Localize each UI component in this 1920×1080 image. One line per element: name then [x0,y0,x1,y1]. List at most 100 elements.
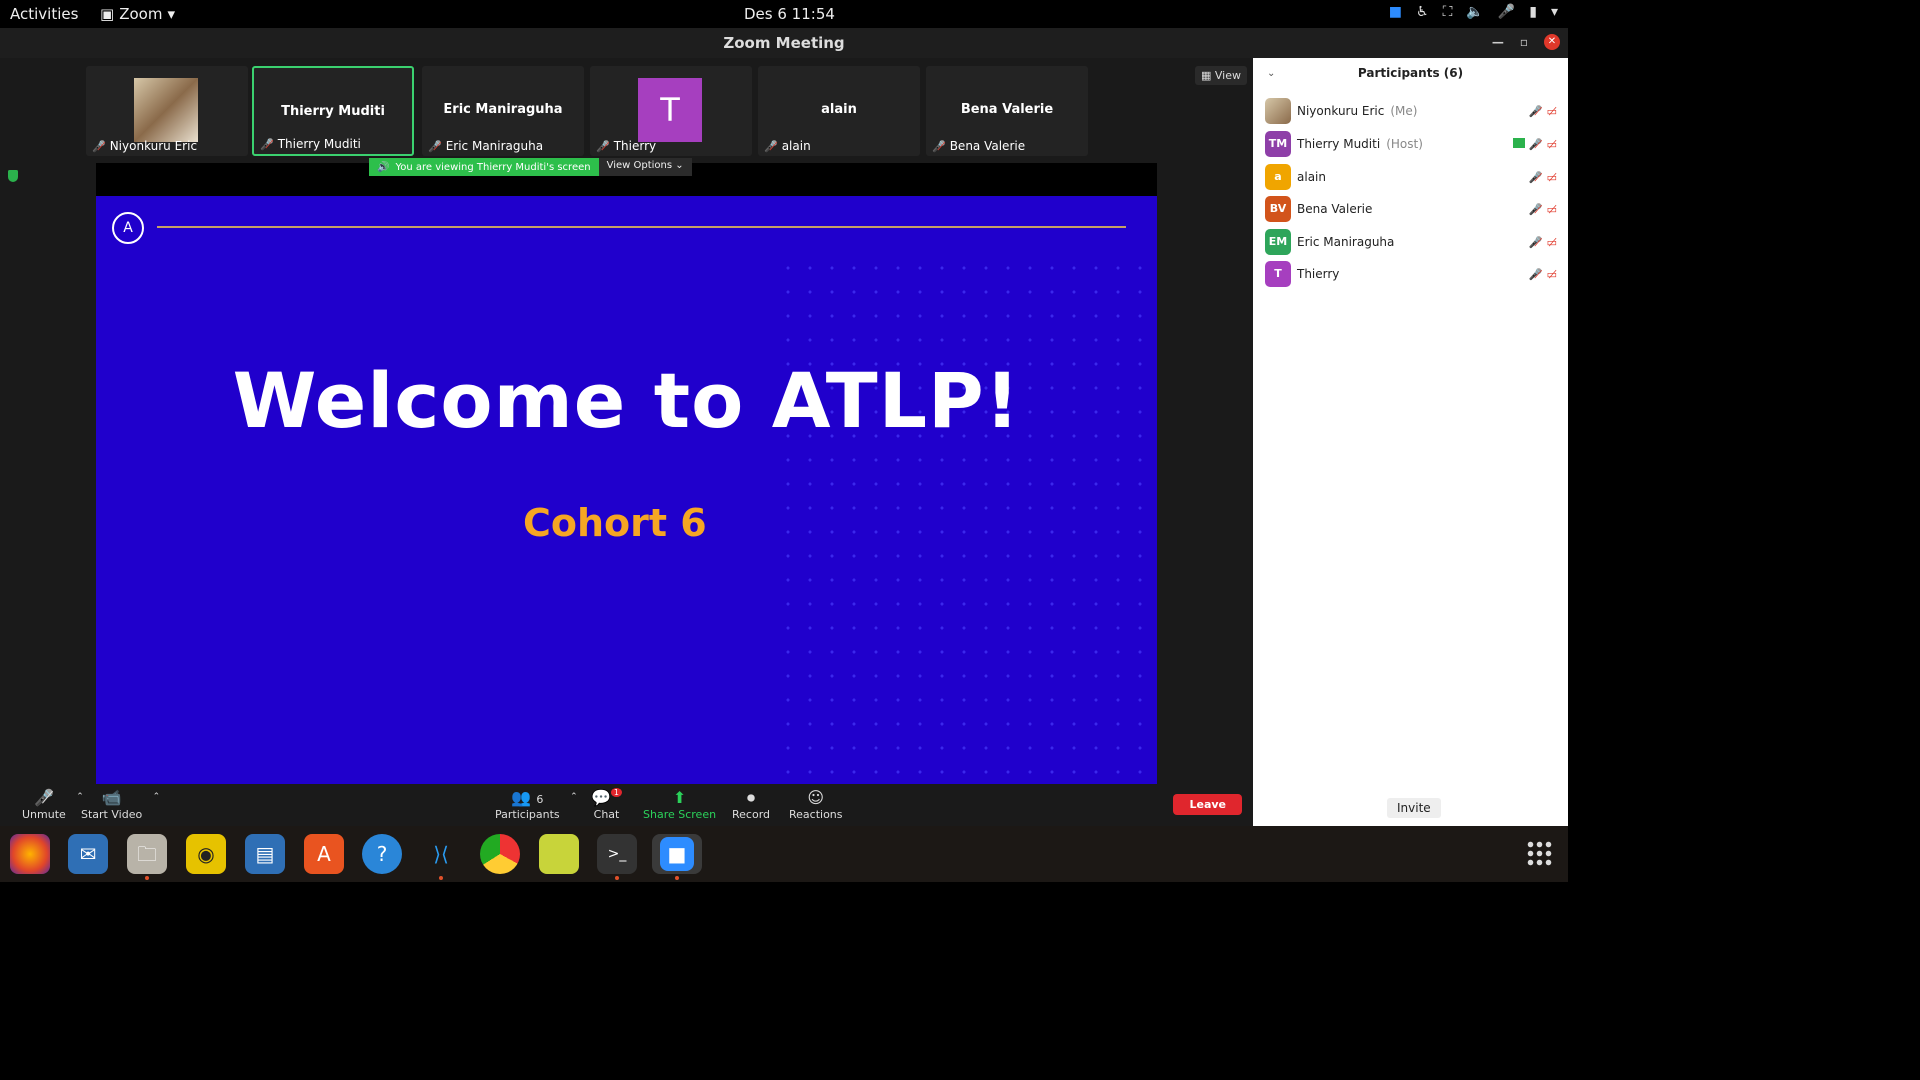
participant-tile[interactable]: 🎤̸ Niyonkuru Eric [86,66,248,156]
show-apps-icon[interactable] [1526,840,1552,866]
participant-tile[interactable]: Thierry Muditi 🎤̸ Thierry Muditi [252,66,414,156]
panel-title: Participants (6) [1357,66,1464,80]
app-menu[interactable]: ▣ Zoom ▾ [100,5,175,23]
microphone-icon[interactable]: 🎤 [1498,4,1515,20]
minimize-icon[interactable]: — [1492,35,1504,49]
participants-label: Participants [495,808,560,821]
leave-button[interactable]: Leave [1173,794,1242,815]
accessibility-icon[interactable]: ♿ [1416,4,1429,20]
tile-label: Thierry [613,139,657,153]
clock[interactable]: Des 6 11:54 [744,5,835,23]
participant-tag: (Me) [1390,104,1418,118]
mic-muted-icon: 🎤̸ [1528,104,1543,118]
mic-muted-icon: 🎤̸ [1528,137,1543,151]
mic-muted-icon: 🎤̸ [428,139,442,153]
help-icon[interactable]: ? [362,834,402,874]
video-off-icon: ▭̸ [1546,267,1557,281]
mic-muted-icon: 🎤̸ [1528,202,1543,216]
tile-label: Niyonkuru Eric [109,139,198,153]
files-icon[interactable]: 🗀 [127,834,167,880]
screen-share-banner: 🔊 You are viewing Thierry Muditi's screen… [369,158,692,176]
participant-tile[interactable]: Bena Valerie 🎤̸ Bena Valerie [926,66,1088,156]
chat-badge: 1 [610,788,623,797]
mic-muted-icon: 🎤̸ [33,788,54,807]
video-off-icon: ▭̸ [1546,235,1557,249]
battery-icon[interactable]: ▮ [1529,4,1537,20]
zoom-icon[interactable]: ■ [652,834,702,880]
terminal-icon[interactable]: >_ [597,834,637,880]
mic-muted-icon: 🎤̸ [92,139,106,153]
tile-name: Eric Maniraguha [443,102,563,117]
share-screen-button[interactable]: ⬆ Share Screen [643,788,716,821]
start-video-button[interactable]: 📹 Start Video ⌃ [81,788,160,821]
chevron-up-icon[interactable]: ⌃ [153,792,161,802]
mic-muted-icon: 🎤̸ [1528,267,1543,281]
avatar: EM [1265,229,1291,255]
record-icon: ⏺ [747,788,756,807]
sharing-icon [1512,137,1525,148]
mic-muted-icon: 🎤̸ [260,137,274,151]
volume-icon[interactable]: 🔈 [1466,4,1483,20]
video-off-icon: ▭̸ [1546,104,1557,118]
app-menu-label: Zoom [119,5,163,23]
participant-row[interactable]: TM Thierry Muditi (Host) 🎤̸ ▭̸ [1265,131,1565,157]
participant-tile[interactable]: alain 🎤̸ alain [758,66,920,156]
participants-panel: ⌄ Participants (6) Niyonkuru Eric (Me) 🎤… [1253,58,1568,826]
chrome-icon[interactable] [480,834,520,874]
participant-row[interactable]: T Thierry 🎤̸ ▭̸ [1265,261,1565,287]
divider [157,226,1126,228]
start-video-label: Start Video [81,808,143,821]
participant-row[interactable]: BV Bena Valerie 🎤̸ ▭̸ [1265,196,1565,222]
video-off-icon: ▭̸ [1546,137,1557,151]
system-top-bar: Activities ▣ Zoom ▾ Des 6 11:54 ■ ♿ ⛶ 🔈 … [0,0,1568,28]
record-button[interactable]: ⏺ Record [732,788,770,821]
participants-button[interactable]: 👥 6 Participants ⌃ [495,788,578,821]
participant-row[interactable]: a alain 🎤̸ ▭̸ [1265,164,1565,190]
participants-icon-wrap: 👥 6 [495,788,560,808]
invite-button[interactable]: Invite [1387,798,1441,818]
participant-tile[interactable]: T 🎤̸ Thierry [590,66,752,156]
rhythmbox-icon[interactable]: ◉ [186,834,226,874]
view-options-button[interactable]: View Options ⌄ [598,158,692,176]
shield-icon[interactable] [8,170,18,182]
banner-message: You are viewing Thierry Muditi's screen [395,161,591,173]
unmute-label: Unmute [22,808,66,821]
chat-label: Chat [593,808,620,821]
mic-muted-icon: 🎤̸ [764,139,778,153]
software-center-icon[interactable]: A [304,834,344,874]
writer-icon[interactable]: ▤ [245,834,285,874]
mic-muted-icon: 🎤̸ [932,139,946,153]
chevron-down-icon: ⌄ [675,160,684,171]
chevron-down-icon[interactable]: ▾ [1551,4,1558,20]
network-icon[interactable]: ⛶ [1443,4,1453,20]
notes-icon[interactable] [539,834,579,874]
slide-headline: Welcome to ATLP! [232,356,1021,445]
thunderbird-icon[interactable]: ✉ [68,834,108,874]
activities-button[interactable]: Activities [10,5,78,23]
close-icon[interactable]: ✕ [1544,34,1560,50]
dot-pattern [777,256,1157,784]
participant-name: Thierry [1297,267,1340,281]
mic-muted-icon: 🎤̸ [1528,170,1543,184]
firefox-icon[interactable] [10,834,50,874]
system-tray[interactable]: ■ ♿ ⛶ 🔈 🎤 ▮ ▾ [1389,4,1558,20]
zoom-tray-icon[interactable]: ■ [1389,4,1402,20]
participant-tile[interactable]: Eric Maniraguha 🎤̸ Eric Maniraguha [422,66,584,156]
tile-name: Thierry Muditi [281,104,385,119]
chat-button[interactable]: 💬 1 Chat [591,788,623,821]
maximize-icon[interactable]: ▫ [1520,35,1528,49]
participant-row[interactable]: Niyonkuru Eric (Me) 🎤̸ ▭̸ [1265,98,1565,124]
speaker-icon: 🔊 [377,161,390,173]
atlp-logo-icon: A [112,212,144,244]
reactions-button[interactable]: ☺ Reactions [789,788,843,821]
participant-row[interactable]: EM Eric Maniraguha 🎤̸ ▭̸ [1265,229,1565,255]
avatar [1265,98,1291,124]
chevron-up-icon[interactable]: ⌃ [570,792,578,802]
view-button[interactable]: ▦ View [1194,66,1247,85]
reactions-icon: ☺ [807,788,825,807]
unmute-button[interactable]: 🎤̸ Unmute ⌃ [22,788,84,821]
video-off-icon: ▭̸ [1546,170,1557,184]
participants-count: 6 [536,793,544,806]
avatar: TM [1265,131,1291,157]
vscode-icon[interactable]: ⟩⟨ [421,834,461,880]
